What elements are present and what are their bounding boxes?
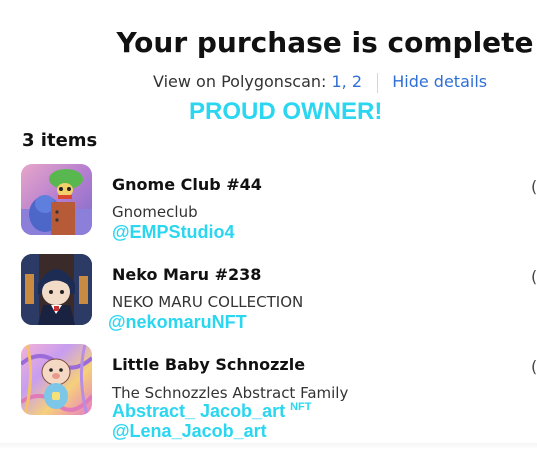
edge-mark: ( [531, 177, 537, 196]
neko-thumbnail[interactable] [21, 254, 92, 325]
item-collection: Gnomeclub [112, 203, 198, 221]
creator-handle-overlay: @EMPStudio4 [112, 222, 235, 242]
item-name[interactable]: Gnome Club #44 [112, 175, 262, 194]
bottom-divider [0, 443, 537, 449]
polygonscan-link-2[interactable]: 2 [352, 72, 362, 91]
creator-handle-overlay: Abstract_ Jacob_art NFT [112, 401, 311, 422]
items-count: 3 items [22, 130, 98, 151]
creator-handle-overlay: @nekomaruNFT [108, 312, 247, 332]
creator-handle-sup: NFT [290, 401, 312, 413]
edge-mark: ( [531, 357, 537, 376]
neko-icon [21, 254, 92, 325]
polygonscan-links: View on Polygonscan: 1, 2 Hide details [153, 72, 487, 93]
item-name[interactable]: Little Baby Schnozzle [112, 355, 305, 374]
page-title: Your purchase is complete [116, 26, 534, 59]
gnome-thumbnail[interactable] [21, 164, 92, 235]
polygonscan-link-1[interactable]: 1, [332, 72, 347, 91]
item-name[interactable]: Neko Maru #238 [112, 265, 261, 284]
view-on-label: View on Polygonscan: [153, 72, 327, 91]
schnozzle-thumbnail[interactable] [21, 344, 92, 415]
gnome-icon [21, 164, 92, 235]
item-collection: The Schnozzles Abstract Family [112, 384, 349, 402]
creator-handle-overlay-2: @Lena_Jacob_art [112, 421, 267, 441]
item-collection: NEKO MARU COLLECTION [112, 293, 304, 311]
creator-handle-text: Abstract_ Jacob_art [112, 401, 286, 421]
schnozzle-icon [21, 344, 92, 415]
divider [377, 72, 379, 93]
hide-details-link[interactable]: Hide details [392, 72, 487, 91]
proud-owner-overlay: PROUD OWNER! [189, 98, 383, 125]
edge-mark: ( [531, 267, 537, 286]
